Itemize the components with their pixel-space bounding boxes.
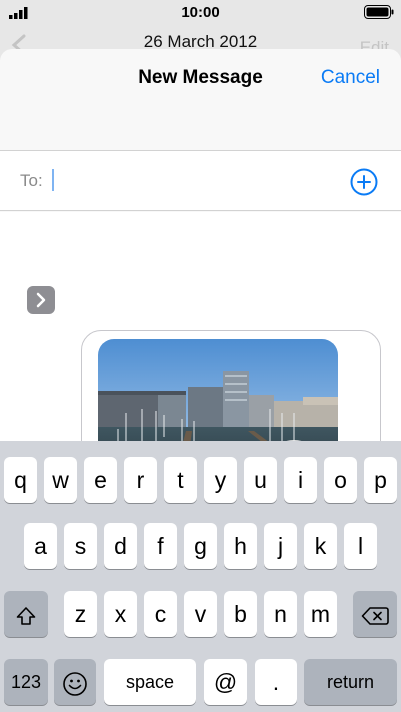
battery-icon — [364, 5, 394, 19]
emoji-icon — [63, 672, 87, 696]
key-y[interactable]: y — [204, 457, 237, 503]
key-u[interactable]: u — [244, 457, 277, 503]
key-s[interactable]: s — [64, 523, 97, 569]
key-o[interactable]: o — [324, 457, 357, 503]
key-v[interactable]: v — [184, 591, 217, 637]
key-e[interactable]: e — [84, 457, 117, 503]
emoji-key[interactable] — [54, 659, 96, 705]
key-l[interactable]: l — [344, 523, 377, 569]
expand-apps-button[interactable] — [27, 286, 55, 314]
key-k[interactable]: k — [304, 523, 337, 569]
key-d[interactable]: d — [104, 523, 137, 569]
key-h[interactable]: h — [224, 523, 257, 569]
key-n[interactable]: n — [264, 591, 297, 637]
to-label: To: — [20, 171, 43, 190]
at-key[interactable]: @ — [204, 659, 247, 705]
text-cursor — [52, 169, 54, 191]
key-p[interactable]: p — [364, 457, 397, 503]
key-g[interactable]: g — [184, 523, 217, 569]
add-contact-icon[interactable] — [350, 168, 378, 196]
backspace-icon — [361, 607, 389, 625]
keyboard: q w e r t y u i o p a s d f g h j k l z … — [0, 441, 401, 712]
key-q[interactable]: q — [4, 457, 37, 503]
cancel-button[interactable]: Cancel — [321, 67, 380, 89]
return-key[interactable]: return — [304, 659, 397, 705]
key-z[interactable]: z — [64, 591, 97, 637]
numbers-key[interactable]: 123 — [4, 659, 48, 705]
key-i[interactable]: i — [284, 457, 317, 503]
key-j[interactable]: j — [264, 523, 297, 569]
key-f[interactable]: f — [144, 523, 177, 569]
key-r[interactable]: r — [124, 457, 157, 503]
period-key[interactable]: . — [255, 659, 297, 705]
status-time: 10:00 — [181, 4, 220, 21]
recipient-row: To: — [0, 150, 401, 211]
status-bar: 10:00 — [0, 0, 401, 26]
key-b[interactable]: b — [224, 591, 257, 637]
key-a[interactable]: a — [24, 523, 57, 569]
delete-key[interactable] — [353, 591, 397, 637]
key-x[interactable]: x — [104, 591, 137, 637]
chevron-right-icon — [36, 292, 46, 308]
shift-icon — [16, 607, 36, 625]
space-key[interactable]: space — [104, 659, 196, 705]
key-w[interactable]: w — [44, 457, 77, 503]
shift-key[interactable] — [4, 591, 48, 637]
key-c[interactable]: c — [144, 591, 177, 637]
recipient-input[interactable] — [52, 167, 322, 193]
key-m[interactable]: m — [304, 591, 337, 637]
key-t[interactable]: t — [164, 457, 197, 503]
